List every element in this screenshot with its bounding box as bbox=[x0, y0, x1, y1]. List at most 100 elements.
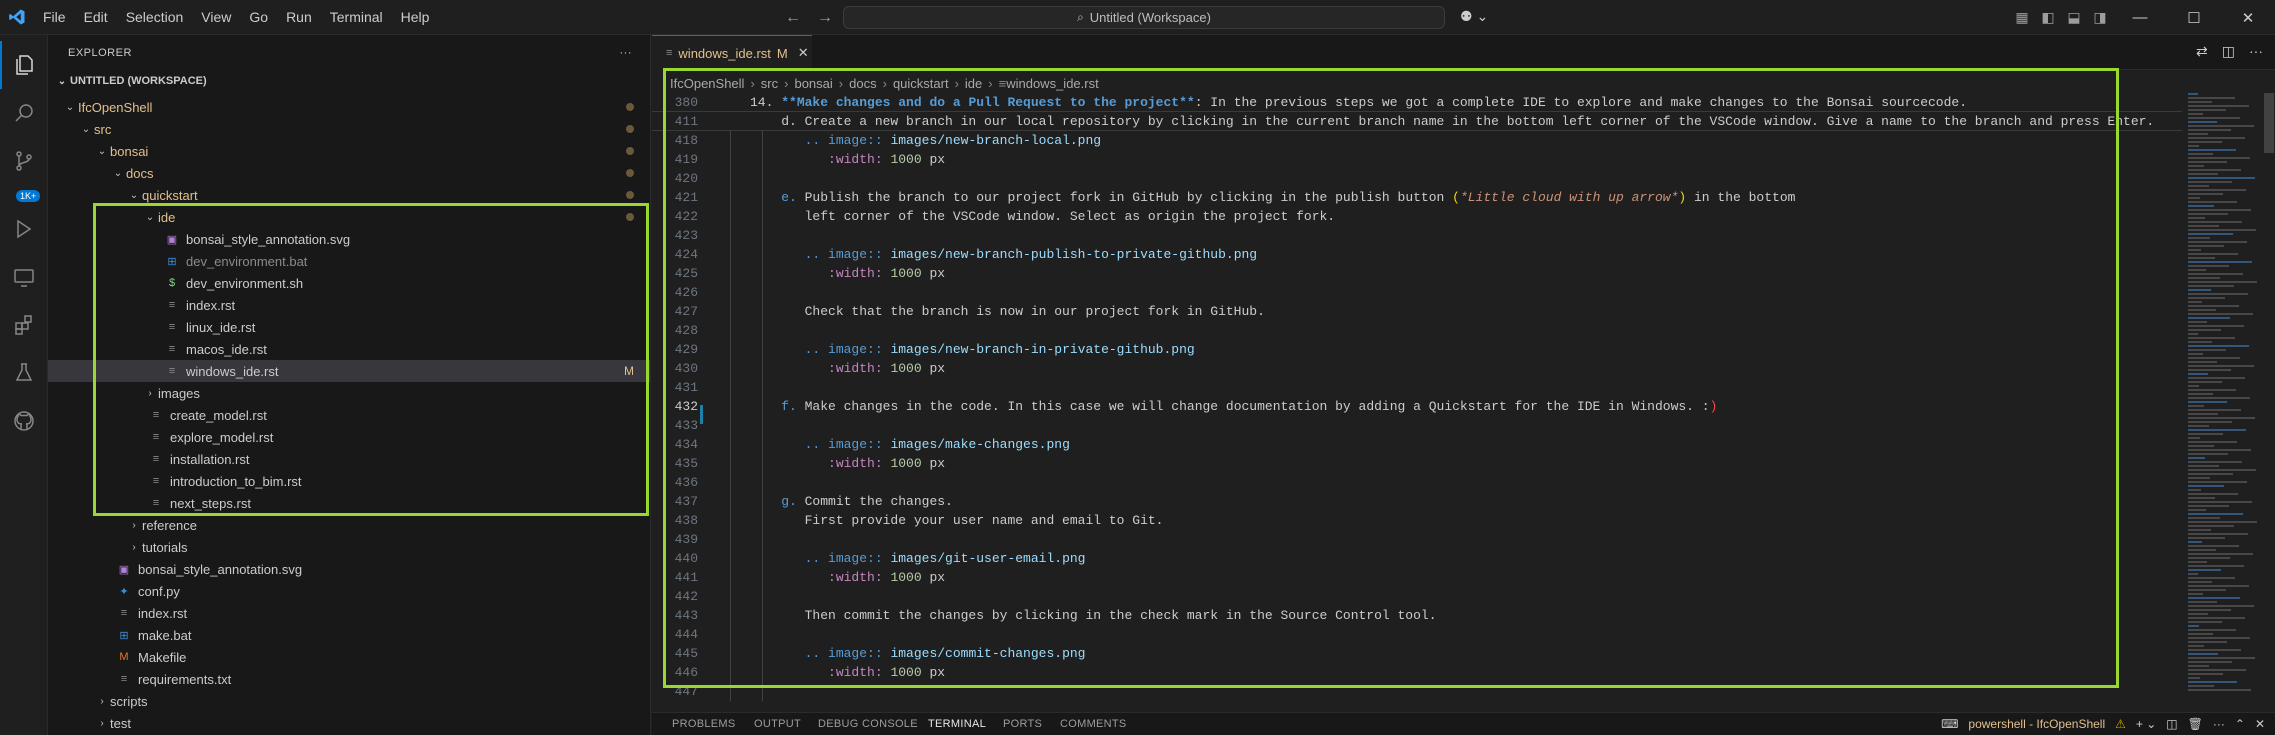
tree-file[interactable]: ≡ index.rst bbox=[48, 602, 650, 624]
terminal-name[interactable]: powershell - IfcOpenShell bbox=[1968, 717, 2105, 731]
tree-file[interactable]: ≡ introduction_to_bim.rst bbox=[48, 470, 650, 492]
breadcrumb-item[interactable]: src bbox=[761, 76, 778, 91]
tree-file[interactable]: ≡ next_steps.rst bbox=[48, 492, 650, 514]
tree-file[interactable]: ⊞ dev_environment.bat bbox=[48, 250, 650, 272]
tree-folder[interactable]: › test bbox=[48, 712, 650, 734]
remote-explorer-icon[interactable] bbox=[0, 253, 48, 301]
tree-file[interactable]: ⊞ make.bat bbox=[48, 624, 650, 646]
panel-tab-comments[interactable]: COMMENTS bbox=[1060, 713, 1127, 735]
code-line[interactable]: 434 .. image:: images/make-changes.png bbox=[652, 435, 2182, 454]
toggle-secondary-sidebar-icon[interactable]: ◨ bbox=[2087, 9, 2113, 26]
github-icon[interactable] bbox=[0, 397, 48, 445]
tree-file[interactable]: ≡ create_model.rst bbox=[48, 404, 650, 426]
tree-file[interactable]: ✦ conf.py bbox=[48, 580, 650, 602]
search-icon[interactable] bbox=[0, 89, 48, 137]
panel-tab-output[interactable]: OUTPUT bbox=[754, 713, 801, 735]
code-line[interactable]: 424 .. image:: images/new-branch-publish… bbox=[652, 245, 2182, 264]
code-line[interactable]: 443 Then commit the changes by clicking … bbox=[652, 606, 2182, 625]
menu-run[interactable]: Run bbox=[277, 0, 321, 35]
more-actions-icon[interactable]: ··· bbox=[620, 47, 633, 59]
compare-changes-icon[interactable]: ⇄ bbox=[2196, 43, 2208, 60]
menu-selection[interactable]: Selection bbox=[117, 0, 193, 35]
tree-file[interactable]: ▣ bonsai_style_annotation.svg bbox=[48, 558, 650, 580]
breadcrumb-item[interactable]: docs bbox=[849, 76, 876, 91]
tree-folder[interactable]: ⌄ ide bbox=[48, 206, 650, 228]
sticky-scroll-line[interactable]: 380 14. **Make changes and do a Pull Requ… bbox=[652, 93, 2182, 112]
forward-arrow-icon[interactable]: → bbox=[817, 9, 833, 27]
tree-file[interactable]: M Makefile bbox=[48, 646, 650, 668]
sticky-scroll-line[interactable]: 411 d. Create a new branch in our local … bbox=[652, 112, 2182, 131]
testing-icon[interactable] bbox=[0, 349, 48, 397]
panel-tab-problems[interactable]: PROBLEMS bbox=[672, 713, 736, 735]
maximize-button[interactable]: ☐ bbox=[2167, 9, 2221, 27]
breadcrumb-item[interactable]: ide bbox=[965, 76, 982, 91]
tree-folder[interactable]: ⌄ bonsai bbox=[48, 140, 650, 162]
tree-file[interactable]: ≡ windows_ide.rst M bbox=[48, 360, 650, 382]
tree-file[interactable]: ≡ index.rst bbox=[48, 294, 650, 316]
tree-file[interactable]: ≡ installation.rst bbox=[48, 448, 650, 470]
tree-file[interactable]: ≡ linux_ide.rst bbox=[48, 316, 650, 338]
split-terminal-icon[interactable]: ◫ bbox=[2166, 717, 2177, 731]
code-line[interactable]: 418 .. image:: images/new-branch-local.p… bbox=[652, 131, 2182, 150]
command-center-search[interactable]: ⌕ Untitled (Workspace) bbox=[843, 6, 1445, 29]
workspace-header[interactable]: ⌄ UNTITLED (WORKSPACE) bbox=[48, 70, 650, 92]
split-editor-icon[interactable]: ◫ bbox=[2222, 43, 2235, 60]
explorer-icon[interactable] bbox=[0, 41, 48, 89]
minimap[interactable] bbox=[2182, 93, 2264, 703]
toggle-primary-sidebar-icon[interactable]: ◧ bbox=[2035, 9, 2061, 26]
code-line[interactable]: 435 :width: 1000 px bbox=[652, 454, 2182, 473]
source-control-icon[interactable] bbox=[0, 137, 48, 185]
code-line[interactable]: 439 bbox=[652, 530, 2182, 549]
code-line[interactable]: 428 bbox=[652, 321, 2182, 340]
tree-folder[interactable]: ⌄ docs bbox=[48, 162, 650, 184]
code-line[interactable]: 442 bbox=[652, 587, 2182, 606]
code-line[interactable]: 419 :width: 1000 px bbox=[652, 150, 2182, 169]
tree-folder[interactable]: › images bbox=[48, 382, 650, 404]
tree-folder[interactable]: ⌄ IfcOpenShell bbox=[48, 96, 650, 118]
menu-go[interactable]: Go bbox=[240, 0, 277, 35]
run-debug-icon[interactable] bbox=[0, 205, 48, 253]
tree-file[interactable]: ≡ macos_ide.rst bbox=[48, 338, 650, 360]
code-line[interactable]: 426 bbox=[652, 283, 2182, 302]
code-line[interactable]: 430 :width: 1000 px bbox=[652, 359, 2182, 378]
menu-edit[interactable]: Edit bbox=[75, 0, 117, 35]
code-line[interactable]: 425 :width: 1000 px bbox=[652, 264, 2182, 283]
maximize-panel-icon[interactable]: ⌃ bbox=[2235, 717, 2245, 731]
menu-terminal[interactable]: Terminal bbox=[321, 0, 392, 35]
code-line[interactable]: 432 f. Make changes in the code. In this… bbox=[652, 397, 2182, 416]
menu-view[interactable]: View bbox=[192, 0, 240, 35]
code-editor[interactable]: 380 14. **Make changes and do a Pull Requ… bbox=[652, 93, 2182, 703]
code-line[interactable]: 427 Check that the branch is now in our … bbox=[652, 302, 2182, 321]
more-actions-icon[interactable]: ··· bbox=[2213, 717, 2225, 731]
code-line[interactable]: 436 bbox=[652, 473, 2182, 492]
code-line[interactable]: 445 .. image:: images/commit-changes.png bbox=[652, 644, 2182, 663]
tree-file[interactable]: ≡ requirements.txt bbox=[48, 668, 650, 690]
menu-help[interactable]: Help bbox=[392, 0, 439, 35]
breadcrumb-item[interactable]: bonsai bbox=[794, 76, 832, 91]
code-line[interactable]: 433 bbox=[652, 416, 2182, 435]
code-line[interactable]: 422 left corner of the VSCode window. Se… bbox=[652, 207, 2182, 226]
code-line[interactable]: 441 :width: 1000 px bbox=[652, 568, 2182, 587]
code-line[interactable]: 438 First provide your user name and ema… bbox=[652, 511, 2182, 530]
close-panel-icon[interactable]: ✕ bbox=[2255, 717, 2265, 731]
code-line[interactable]: 437 g. Commit the changes. bbox=[652, 492, 2182, 511]
tree-folder[interactable]: › scripts bbox=[48, 690, 650, 712]
copilot-icon[interactable]: ⚉ ⌄ bbox=[1460, 8, 1488, 25]
close-tab-icon[interactable]: ✕ bbox=[798, 45, 809, 61]
back-arrow-icon[interactable]: ← bbox=[785, 9, 801, 27]
code-line[interactable]: 429 .. image:: images/new-branch-in-priv… bbox=[652, 340, 2182, 359]
new-terminal-icon[interactable]: + ⌄ bbox=[2136, 717, 2156, 731]
close-window-button[interactable]: ✕ bbox=[2221, 9, 2275, 27]
scrollbar-thumb[interactable] bbox=[2264, 93, 2274, 153]
tab-windows-ide[interactable]: ≡ windows_ide.rst M ✕ bbox=[652, 35, 812, 70]
breadcrumb-item[interactable]: IfcOpenShell bbox=[670, 76, 744, 91]
code-line[interactable]: 444 bbox=[652, 625, 2182, 644]
panel-tab-debug-console[interactable]: DEBUG CONSOLE bbox=[818, 713, 918, 735]
customize-layout-icon[interactable]: ▦ bbox=[2009, 9, 2035, 26]
code-line[interactable]: 440 .. image:: images/git-user-email.png bbox=[652, 549, 2182, 568]
extensions-icon[interactable] bbox=[0, 301, 48, 349]
code-line[interactable]: 431 bbox=[652, 378, 2182, 397]
tree-folder[interactable]: › reference bbox=[48, 514, 650, 536]
breadcrumb-item[interactable]: windows_ide.rst bbox=[1006, 76, 1099, 91]
panel-tab-ports[interactable]: PORTS bbox=[1003, 713, 1042, 735]
